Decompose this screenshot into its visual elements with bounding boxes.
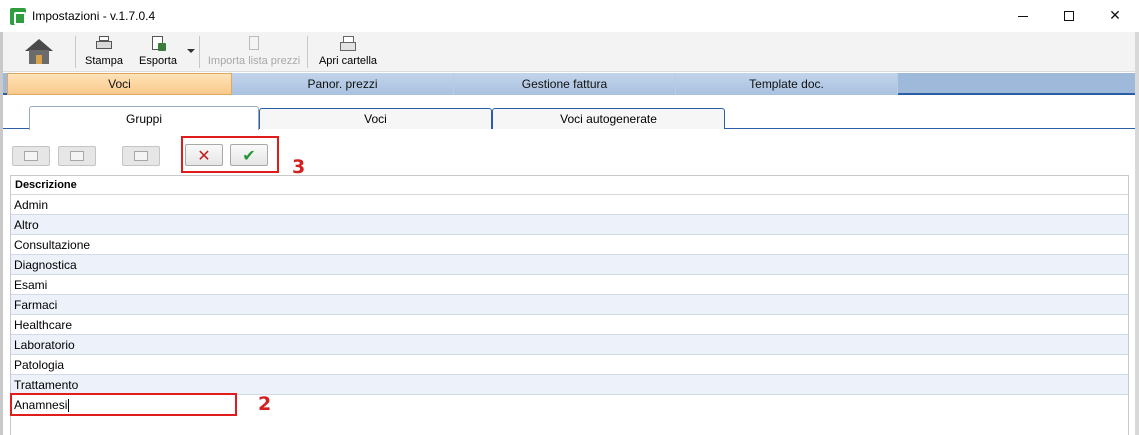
print-label: Stampa (85, 55, 123, 67)
chevron-down-icon[interactable] (187, 49, 195, 53)
table-row[interactable]: Patologia (11, 355, 1128, 375)
callout-highlight-2 (10, 393, 237, 416)
cell-text: Esami (14, 277, 48, 292)
table-row[interactable]: Diagnostica (11, 255, 1128, 275)
main-tab-bar: Voci Panor. prezzi Gestione fattura Temp… (3, 73, 1135, 95)
cell-text: Altro (14, 217, 39, 232)
table-row[interactable]: Esami (11, 275, 1128, 295)
tab-gruppi[interactable]: Gruppi (29, 106, 259, 130)
toolbar-separator (199, 36, 200, 68)
open-folder-button[interactable]: Apri cartella (315, 32, 381, 72)
edit-row-icon (134, 151, 148, 161)
printer-icon (96, 36, 112, 52)
close-icon: ✕ (1109, 8, 1121, 24)
tab-label: Gestione fattura (521, 77, 608, 91)
tab-label: Voci autogenerate (560, 112, 657, 126)
minimize-icon (1018, 15, 1028, 17)
cell-text: Consultazione (14, 237, 91, 252)
edit-row-button[interactable] (122, 146, 160, 166)
open-folder-icon (340, 36, 356, 52)
minimize-button[interactable] (1000, 0, 1046, 32)
cell-text: Admin (14, 197, 49, 212)
column-header-descrizione[interactable]: Descrizione (11, 176, 1128, 195)
add-row-button[interactable] (12, 146, 50, 166)
tab-label: Panor. prezzi (307, 77, 378, 91)
tab-template-doc[interactable]: Template doc. (676, 73, 898, 95)
table-row[interactable]: Healthcare (11, 315, 1128, 335)
cell-text: Trattamento (14, 377, 79, 392)
toolbar-separator (307, 36, 308, 68)
tab-label: Template doc. (749, 77, 824, 91)
maximize-button[interactable] (1046, 0, 1092, 32)
window-title: Impostazioni - v.1.7.0.4 (32, 9, 156, 23)
tab-gestione-fattura[interactable]: Gestione fattura (454, 73, 676, 95)
table-row[interactable]: Admin (11, 195, 1128, 215)
tab-label: Voci (108, 77, 131, 91)
export-label: Esporta (139, 55, 177, 67)
callout-number-2: 2 (258, 393, 272, 415)
cell-text: Diagnostica (14, 257, 77, 272)
callout-highlight-3 (181, 136, 279, 173)
export-button[interactable]: Esporta (135, 32, 181, 72)
print-button[interactable]: Stampa (83, 32, 125, 72)
home-button[interactable] (21, 32, 57, 72)
table-row[interactable]: Farmaci (11, 295, 1128, 315)
maximize-icon (1064, 11, 1074, 21)
tab-voci[interactable]: Voci (7, 73, 232, 95)
app-icon (10, 8, 26, 25)
tab-panor-prezzi[interactable]: Panor. prezzi (232, 73, 454, 95)
window-right-border (1135, 32, 1139, 435)
toolbar-separator (75, 36, 76, 68)
tab-label: Gruppi (125, 111, 163, 126)
open-folder-label: Apri cartella (318, 55, 378, 67)
delete-row-button[interactable] (58, 146, 96, 166)
toolbar: Stampa Esporta Importa lista prezzi Apri… (3, 32, 1135, 72)
tab-sub-voci[interactable]: Voci (259, 108, 492, 129)
import-price-list-label: Importa lista prezzi (207, 55, 301, 67)
home-icon (25, 39, 53, 65)
title-bar: Impostazioni - v.1.7.0.4 ✕ (0, 0, 1139, 32)
table-row[interactable]: Trattamento (11, 375, 1128, 395)
delete-row-icon (70, 151, 84, 161)
cell-text: Healthcare (14, 317, 73, 332)
table-row[interactable]: Altro (11, 215, 1128, 235)
cell-text: Laboratorio (14, 337, 75, 352)
close-button[interactable]: ✕ (1092, 0, 1138, 32)
add-row-icon (24, 151, 38, 161)
export-icon (150, 36, 166, 52)
tab-voci-autogenerate[interactable]: Voci autogenerate (492, 108, 725, 129)
import-price-list-icon (246, 36, 262, 52)
cell-text: Patologia (14, 357, 65, 372)
table-row[interactable]: Consultazione (11, 235, 1128, 255)
sub-tab-bar: Gruppi Voci Voci autogenerate (3, 106, 1135, 130)
import-price-list-button[interactable]: Importa lista prezzi (205, 32, 303, 72)
tab-label: Voci (364, 112, 387, 126)
table-row[interactable]: Laboratorio (11, 335, 1128, 355)
cell-text: Farmaci (14, 297, 58, 312)
